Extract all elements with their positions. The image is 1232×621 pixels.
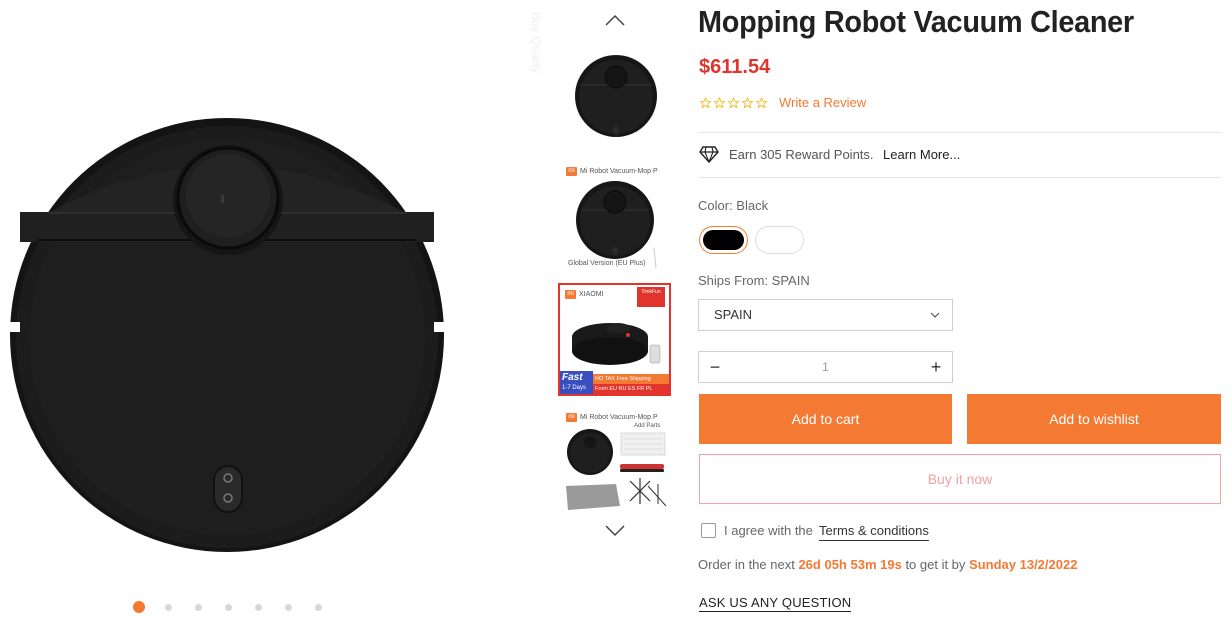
chevron-down-icon[interactable] (604, 524, 626, 538)
terms-link[interactable]: Terms & conditions (819, 523, 929, 541)
reward-points-text: Earn 305 Reward Points. (729, 147, 874, 162)
order-mid: to get it by (905, 557, 966, 572)
add-to-cart-button[interactable]: Add to cart (699, 394, 952, 444)
gallery-dot-1[interactable] (133, 601, 145, 613)
main-product-image[interactable]: Buy Quality (0, 0, 548, 590)
quantity-stepper: − + (698, 351, 953, 383)
gallery-pagination (133, 600, 345, 614)
buy-now-button[interactable]: Buy it now (699, 454, 1221, 504)
quantity-input[interactable] (739, 358, 912, 376)
thumbnail-strip: mi Mi Robot Vacuum-Mop P Global Version … (556, 0, 674, 560)
terms-checkbox[interactable] (701, 523, 716, 538)
add-to-wishlist-button[interactable]: Add to wishlist (967, 394, 1221, 444)
order-prefix: Order in the next (698, 557, 795, 572)
star-icon (755, 97, 768, 109)
fast-badge: Fast 1-7 Days (560, 371, 593, 394)
thumbnail-1[interactable] (558, 40, 671, 153)
quantity-increase-button[interactable]: + (921, 352, 951, 382)
thumbnail-2-footer: Global Version (EU Plus) (568, 260, 646, 267)
chevron-up-icon[interactable] (604, 13, 626, 27)
side-watermark: Buy Quality (529, 12, 543, 74)
learn-more-link[interactable]: Learn More... (883, 147, 960, 162)
ships-from-label: Ships From: SPAIN (698, 273, 810, 288)
divider (698, 177, 1222, 178)
quantity-decrease-button[interactable]: − (700, 352, 730, 382)
star-icon (741, 97, 754, 109)
star-icon (727, 97, 740, 109)
gallery-dot-7[interactable] (315, 603, 322, 611)
divider (698, 132, 1222, 133)
fast-badge-days: 1-7 Days (562, 385, 587, 391)
chevron-down-icon (930, 312, 940, 318)
write-review-link[interactable]: Write a Review (779, 95, 866, 110)
color-label: Color: Black (698, 198, 769, 213)
star-icon (699, 97, 712, 109)
thumbnail-2[interactable]: mi Mi Robot Vacuum-Mop P Global Version … (558, 160, 671, 273)
ships-from-value: SPAIN (714, 307, 753, 322)
color-swatch-black[interactable] (699, 226, 748, 254)
agree-label: I agree with the (724, 523, 813, 538)
shipping-banner: NO TAX Free Shipping (593, 374, 669, 384)
gallery-dot-2[interactable] (165, 603, 172, 611)
color-swatch-white[interactable] (755, 226, 804, 254)
diamond-icon (699, 146, 719, 163)
fast-badge-text: Fast (562, 372, 583, 383)
gallery-dot-4[interactable] (225, 603, 232, 611)
delivery-date: Sunday 13/2/2022 (969, 557, 1078, 572)
star-icon (713, 97, 726, 109)
product-title: Mopping Robot Vacuum Cleaner (698, 4, 1134, 39)
product-price: $611.54 (699, 56, 771, 78)
rating-stars (699, 97, 769, 109)
gallery-dot-6[interactable] (285, 603, 292, 611)
thumbnail-4[interactable]: mi Mi Robot Vacuum-Mop P Add Parts (558, 406, 671, 519)
countdown-timer: 26d 05h 53m 19s (798, 557, 902, 572)
gallery-dot-5[interactable] (255, 603, 262, 611)
thumbnail-3[interactable]: mi XIAOMI TimkFun Fast 1-7 Days NO TAX F… (558, 283, 671, 396)
ships-from-select[interactable]: SPAIN (698, 299, 953, 331)
ask-question-link[interactable]: ASK US ANY QUESTION (699, 595, 852, 612)
shipping-from-banner: From EU RU ES FR PL (593, 384, 669, 394)
gallery-dot-3[interactable] (195, 603, 202, 611)
delivery-estimate: Order in the next 26d 05h 53m 19s to get… (698, 557, 1077, 572)
